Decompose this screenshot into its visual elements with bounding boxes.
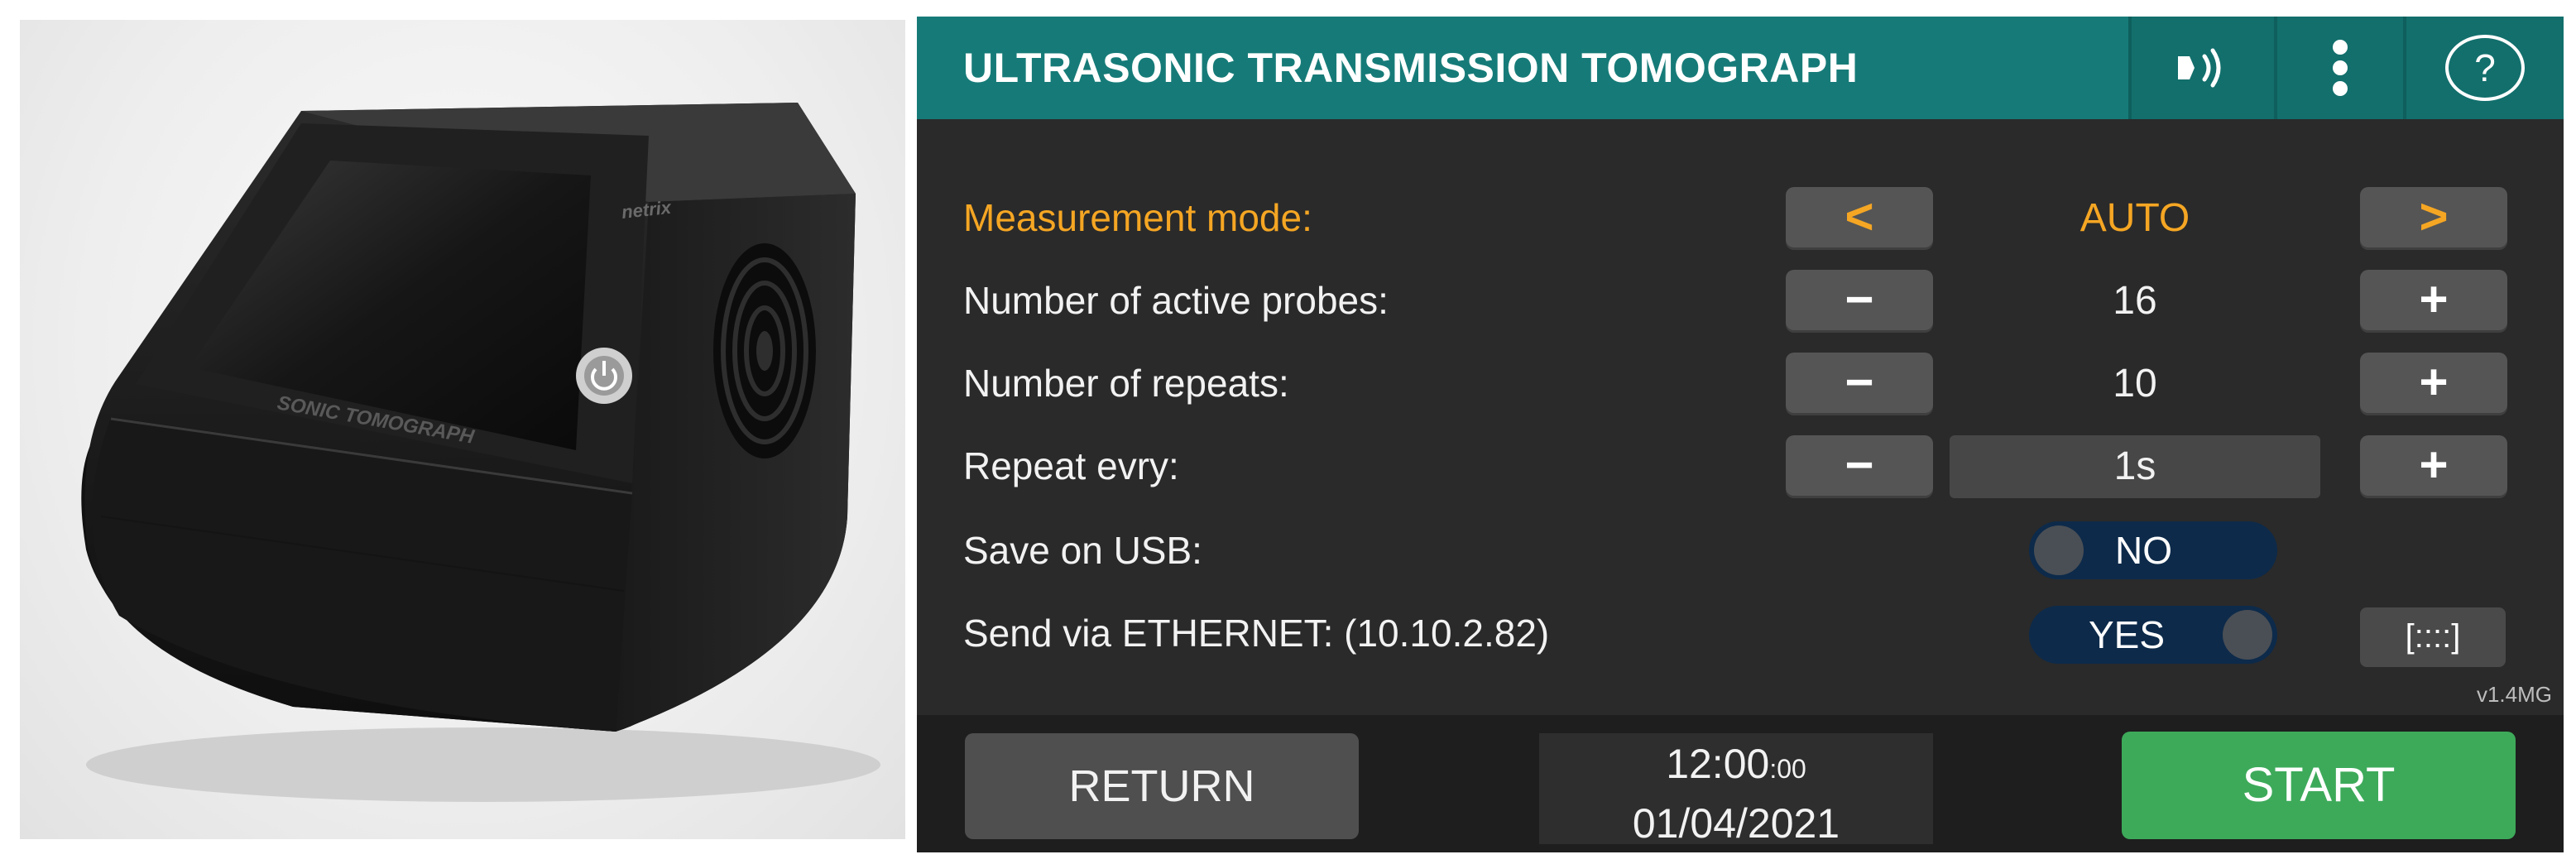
active-probes-decrement-button[interactable]: − xyxy=(1786,270,1933,333)
menu-button[interactable] xyxy=(2277,17,2403,119)
active-probes-value: 16 xyxy=(2113,279,2157,323)
save-usb-toggle[interactable]: NO xyxy=(2029,521,2277,579)
return-button[interactable]: RETURN xyxy=(965,733,1359,839)
clock-date: 01/04/2021 xyxy=(1632,800,1840,847)
ethernet-label: Send via ETHERNET: (10.10.2.82) xyxy=(963,612,1550,655)
clock-time: 12:00:00 xyxy=(1539,740,1933,788)
repeats-increment-button[interactable]: + xyxy=(2360,353,2507,415)
ethernet-state: YES xyxy=(2089,613,2166,656)
settings-panel: Measurement mode: < AUTO > Number of act… xyxy=(917,119,2564,715)
transmit-button[interactable] xyxy=(2132,17,2274,119)
measurement-mode-value: AUTO xyxy=(2080,196,2190,240)
help-icon: ? xyxy=(2445,35,2525,101)
measurement-mode-next-button[interactable]: > xyxy=(2360,187,2507,250)
device-illustration: SONIC TOMOGRAPH netrix xyxy=(81,103,880,802)
repeats-decrement-button[interactable]: − xyxy=(1786,353,1933,415)
repeats-value: 10 xyxy=(2113,362,2157,406)
app-header: ULTRASONIC TRANSMISSION TOMOGRAPH ? xyxy=(917,17,2564,119)
app-title: ULTRASONIC TRANSMISSION TOMOGRAPH xyxy=(963,45,1859,91)
clock-hours-minutes: 12:00 xyxy=(1666,741,1770,787)
help-button[interactable]: ? xyxy=(2406,17,2564,119)
repeat-every-decrement-button[interactable]: − xyxy=(1786,435,1933,498)
tomograph-ui-panel: ULTRASONIC TRANSMISSION TOMOGRAPH ? Meas… xyxy=(917,17,2564,852)
device-photo: SONIC TOMOGRAPH netrix xyxy=(20,20,905,839)
help-glyph: ? xyxy=(2474,46,2496,89)
repeat-every-label: Repeat evry: xyxy=(963,444,1179,487)
repeat-every-value[interactable]: 1s xyxy=(1950,435,2320,498)
clock-display: 12:00:00 01/04/2021 xyxy=(1539,733,1933,847)
ethernet-config-button[interactable]: [::::] xyxy=(2360,607,2506,667)
start-button[interactable]: START xyxy=(2122,732,2516,839)
repeat-every-increment-button[interactable]: + xyxy=(2360,435,2507,498)
toggle-knob xyxy=(2223,610,2272,660)
ethernet-toggle[interactable]: YES xyxy=(2029,606,2277,664)
power-button-icon xyxy=(576,348,632,404)
active-probes-increment-button[interactable]: + xyxy=(2360,270,2507,333)
version-label: v1.4MG xyxy=(2476,682,2552,707)
fan-grille-icon xyxy=(713,243,816,458)
measurement-mode-prev-button[interactable]: < xyxy=(1786,187,1933,250)
transmit-icon xyxy=(2178,48,2221,88)
footer-bar: RETURN 12:00:00 01/04/2021 START xyxy=(917,715,2564,852)
clock-seconds: :00 xyxy=(1769,754,1806,784)
active-probes-label: Number of active probes: xyxy=(963,279,1389,322)
repeats-label: Number of repeats: xyxy=(963,362,1289,405)
toggle-knob xyxy=(2034,526,2084,575)
save-usb-state: NO xyxy=(2115,529,2172,572)
more-vertical-icon xyxy=(2333,40,2348,96)
save-usb-label: Save on USB: xyxy=(963,529,1202,572)
measurement-mode-label: Measurement mode: xyxy=(963,196,1312,239)
